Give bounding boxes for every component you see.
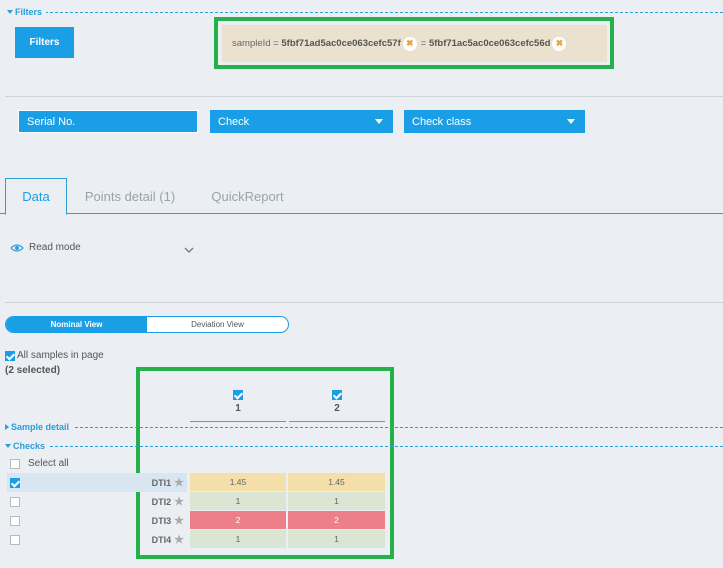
select-all-row[interactable]: Select all xyxy=(7,454,187,473)
checks-section-header[interactable]: Checks xyxy=(5,441,50,451)
caret-down-icon xyxy=(567,119,575,124)
active-filter-chips: sampleId = 5fbf71ad5ac0ce063cefc57f ✖ = … xyxy=(222,25,607,62)
check-class-dropdown[interactable]: Check class xyxy=(404,110,585,133)
sample-detail-section-header[interactable]: Sample detail xyxy=(5,422,74,432)
view-toggle: Nominal View Deviation View xyxy=(5,316,289,333)
sample-checkbox[interactable] xyxy=(233,390,243,400)
value-cell: 2 xyxy=(288,511,385,529)
remove-filter-icon[interactable]: ✖ xyxy=(552,36,567,51)
filters-divider xyxy=(45,12,723,13)
filter-chip-second: = 5fbf71ac5ac0ce063cefc56d xyxy=(420,38,551,49)
tab-quickreport[interactable]: QuickReport xyxy=(200,178,295,214)
select-all-checkbox[interactable] xyxy=(10,458,20,469)
all-samples-checkbox[interactable] xyxy=(5,350,15,361)
check-name: DTI1 ★ xyxy=(151,476,184,489)
nominal-view-button[interactable]: Nominal View xyxy=(6,317,147,332)
value-cell: 2 xyxy=(190,511,286,529)
filters-section-header[interactable]: Filters xyxy=(7,7,47,17)
filter-chip-sample-id: sampleId = 5fbf71ad5ac0ce063cefc57f xyxy=(232,38,401,49)
serial-no-input[interactable]: Serial No. xyxy=(18,110,198,133)
check-name: DTI2 ★ xyxy=(151,495,184,508)
chevron-right-icon xyxy=(5,424,9,430)
value-cell: 1.45 xyxy=(288,473,385,491)
tab-points-detail[interactable]: Points detail (1) xyxy=(72,178,188,214)
check-name: DTI3 ★ xyxy=(151,514,184,527)
sample-detail-divider xyxy=(70,427,723,428)
sample-checkbox[interactable] xyxy=(332,390,342,400)
value-cell: 1.45 xyxy=(190,473,286,491)
check-name: DTI4 ★ xyxy=(151,533,184,546)
value-cell: 1 xyxy=(190,530,286,548)
star-icon[interactable]: ★ xyxy=(174,514,184,527)
tab-bar: Data Points detail (1) QuickReport xyxy=(0,178,723,215)
star-icon[interactable]: ★ xyxy=(174,533,184,546)
row-checkbox[interactable] xyxy=(10,496,20,507)
chevron-down-icon xyxy=(5,444,11,448)
caret-down-icon xyxy=(375,119,383,124)
row-checkbox[interactable] xyxy=(10,515,20,526)
chevron-down-icon[interactable] xyxy=(184,247,194,254)
eye-icon xyxy=(10,243,24,252)
all-samples-toggle[interactable]: All samples in page xyxy=(5,350,104,361)
value-cell: 1 xyxy=(190,492,286,510)
divider xyxy=(5,302,723,303)
sample-column-header: 2 xyxy=(289,390,385,422)
filters-button[interactable]: Filters xyxy=(15,27,74,58)
value-cell: 1 xyxy=(288,530,385,548)
tab-data[interactable]: Data xyxy=(5,178,67,215)
star-icon[interactable]: ★ xyxy=(174,495,184,508)
read-mode-selector[interactable]: Read mode xyxy=(10,242,81,253)
row-checkbox[interactable] xyxy=(10,477,20,488)
selected-count: (2 selected) xyxy=(5,365,61,376)
check-dropdown[interactable]: Check xyxy=(210,110,393,133)
checks-divider xyxy=(45,446,723,447)
deviation-view-button[interactable]: Deviation View xyxy=(147,317,288,332)
star-icon[interactable]: ★ xyxy=(174,476,184,489)
value-cell: 1 xyxy=(288,492,385,510)
sample-column-header: 1 xyxy=(190,390,286,422)
row-checkbox[interactable] xyxy=(10,534,20,545)
chevron-down-icon xyxy=(7,10,13,14)
remove-filter-icon[interactable]: ✖ xyxy=(402,36,417,51)
divider xyxy=(5,96,723,97)
